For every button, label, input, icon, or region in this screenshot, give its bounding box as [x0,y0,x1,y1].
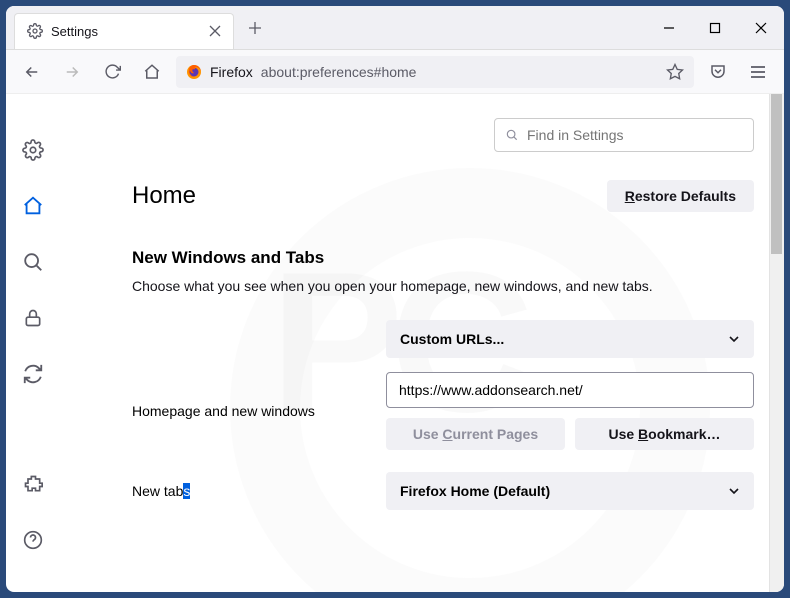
sidebar-general[interactable] [15,132,51,168]
homepage-url-input[interactable] [386,372,754,408]
section-description: Choose what you see when you open your h… [132,278,754,294]
find-in-settings[interactable] [494,118,754,152]
close-button[interactable] [738,8,784,48]
use-current-pages-button[interactable]: Use Current Pages [386,418,565,450]
dropdown-label: Custom URLs... [400,331,504,347]
new-tab-button[interactable] [240,13,270,43]
newtabs-dropdown[interactable]: Firefox Home (Default) [386,472,754,510]
minimize-button[interactable] [646,8,692,48]
newtabs-label: New tabs [132,483,372,499]
tab-title: Settings [51,24,201,39]
section-title: New Windows and Tabs [132,248,754,268]
home-button[interactable] [136,56,168,88]
chevron-down-icon [728,485,740,497]
sidebar-sync[interactable] [15,356,51,392]
url-identity: Firefox [210,64,253,80]
chevron-down-icon [728,333,740,345]
window-frame: Settings Firefox about:preferences# [6,6,784,592]
dropdown-label: Firefox Home (Default) [400,483,550,499]
forward-button[interactable] [56,56,88,88]
titlebar: Settings [6,6,784,50]
window-controls [646,8,784,48]
firefox-icon [186,64,202,80]
gear-icon [27,23,43,39]
search-icon [505,128,519,142]
sidebar-privacy[interactable] [15,300,51,336]
sidebar-extensions[interactable] [15,466,51,502]
close-icon[interactable] [209,25,221,37]
search-input[interactable] [527,127,743,143]
sidebar-search[interactable] [15,244,51,280]
main-panel: Home Restore Defaults New Windows and Ta… [60,94,784,592]
pocket-button[interactable] [702,56,734,88]
tab-settings[interactable]: Settings [14,13,234,49]
restore-defaults-button[interactable]: Restore Defaults [607,180,754,212]
star-icon[interactable] [666,63,684,81]
tab-strip: Settings [6,7,646,49]
back-button[interactable] [16,56,48,88]
homepage-label: Homepage and new windows [132,403,372,419]
maximize-button[interactable] [692,8,738,48]
sidebar-home[interactable] [15,188,51,224]
sidebar-help[interactable] [15,522,51,558]
page-title: Home [132,182,196,210]
use-bookmark-button[interactable]: Use Bookmark… [575,418,754,450]
homepage-mode-dropdown[interactable]: Custom URLs... [386,320,754,358]
toolbar: Firefox about:preferences#home [6,50,784,94]
url-bar[interactable]: Firefox about:preferences#home [176,56,694,88]
sidebar [6,94,60,592]
url-text: about:preferences#home [261,64,417,80]
reload-button[interactable] [96,56,128,88]
menu-button[interactable] [742,56,774,88]
content-area: PC Home Restore Defaults [6,94,784,592]
